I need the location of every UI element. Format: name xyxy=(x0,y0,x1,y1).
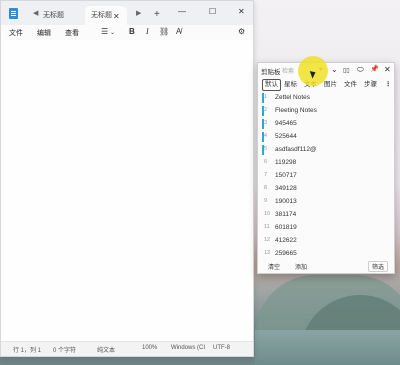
item-number: 6 xyxy=(264,159,268,165)
item-text: 119298 xyxy=(275,159,297,166)
tab-scroll-right-icon[interactable]: ▶ xyxy=(136,9,141,17)
item-text: Zettel Notes xyxy=(275,94,311,101)
zoom-level: 100% xyxy=(142,345,158,351)
clipboard-list: 1 Zettel Notes 2 Fleeting Notes 3 945465… xyxy=(261,92,392,257)
item-text: 150717 xyxy=(275,172,297,179)
clipboard-item[interactable]: 8 349128 xyxy=(261,183,392,195)
item-number: 13 xyxy=(264,250,271,256)
encoding: UTF-8 xyxy=(213,345,230,351)
item-number: 2 xyxy=(264,107,268,113)
item-text: 259665 xyxy=(275,250,297,257)
tab-default[interactable]: 默认 xyxy=(262,79,281,91)
clipboard-item[interactable]: 13 259665 xyxy=(261,248,392,257)
clipboard-footer: 清空 添加 筛选 xyxy=(258,259,394,273)
minimize-button[interactable]: — xyxy=(178,7,186,16)
item-number: 9 xyxy=(264,198,268,204)
title-bar[interactable]: ◀ 无标题 无标题 ✕ ▶ + — ☐ ✕ xyxy=(1,1,253,25)
filter-button[interactable]: 筛选 xyxy=(368,261,389,272)
item-number: 4 xyxy=(264,133,268,139)
maximize-button[interactable]: ☐ xyxy=(209,7,216,16)
clipboard-close-button[interactable]: ✕ xyxy=(384,65,391,74)
clipboard-window: 剪贴板 检索 ♥ ⌄ ▯▯ ⬭ 📌 ✕ 默认 星标 文本 图片 文件 步骤 ⋮ … xyxy=(257,62,395,274)
tab-files[interactable]: 文件 xyxy=(344,80,357,90)
tab-untitled-1[interactable]: 无标题 xyxy=(43,6,83,25)
clipboard-item[interactable]: 11 601819 xyxy=(261,222,392,234)
item-number: 1 xyxy=(264,94,268,100)
expand-chevron-icon[interactable]: ⌄ xyxy=(331,65,338,74)
character-count: 0 个字符 xyxy=(53,348,77,354)
item-text: 945465 xyxy=(275,120,297,127)
item-text: Fleeting Notes xyxy=(275,107,317,114)
chevron-down-icon[interactable]: ⌄ xyxy=(110,29,115,36)
add-button[interactable]: 添加 xyxy=(295,262,307,271)
menu-view[interactable]: 查看 xyxy=(65,28,79,38)
item-number: 7 xyxy=(264,172,268,178)
new-tab-button[interactable]: + xyxy=(154,9,160,20)
item-text: 349128 xyxy=(275,185,297,192)
item-text: 525644 xyxy=(275,133,297,140)
item-text: 190013 xyxy=(275,198,297,205)
tab-untitled-2[interactable]: 无标题 xyxy=(85,6,127,25)
clipboard-item[interactable]: 5 asdfasdf112@ xyxy=(261,144,392,156)
item-number: 10 xyxy=(264,211,271,217)
tab-label: 无标题 xyxy=(43,12,64,19)
clear-button[interactable]: 清空 xyxy=(268,262,280,271)
clipboard-item[interactable]: 3 945465 xyxy=(261,118,392,130)
cursor-position: 行 1，列 1 xyxy=(13,348,42,354)
item-text: 601819 xyxy=(275,224,297,231)
tab-starred[interactable]: 星标 xyxy=(284,80,297,90)
clipboard-item[interactable]: 10 381174 xyxy=(261,209,392,221)
more-options-icon[interactable]: ⋮ xyxy=(385,80,392,90)
clear-format-icon[interactable]: A̸ xyxy=(176,27,181,36)
clipboard-title: 剪贴板 xyxy=(261,69,281,76)
clipboard-item[interactable]: 12 412622 xyxy=(261,235,392,247)
item-text: 381174 xyxy=(275,211,297,218)
bold-button[interactable]: B xyxy=(129,27,135,36)
status-bar: 行 1，列 1 0 个字符 纯文本 100% Windows (CI UTF-8 xyxy=(1,341,253,356)
clipboard-item[interactable]: 1 Zettel Notes xyxy=(261,92,392,104)
notepad-app-icon xyxy=(9,8,18,19)
item-number: 11 xyxy=(264,224,270,230)
link-icon[interactable]: ⛓ xyxy=(159,27,169,36)
tab-label: 无标题 xyxy=(91,12,112,19)
menu-bar: 文件 编辑 查看 ☰ ⌄ B I ⛓ A̸ ⚙ xyxy=(1,25,253,40)
tab-scroll-left-icon[interactable]: ◀ xyxy=(33,9,38,17)
clipboard-item[interactable]: 2 Fleeting Notes xyxy=(261,105,392,117)
item-number: 5 xyxy=(264,146,268,152)
list-format-icon[interactable]: ☰ xyxy=(101,27,108,36)
clipboard-item[interactable]: 6 119298 xyxy=(261,157,392,169)
italic-button[interactable]: I xyxy=(146,27,149,36)
clipboard-item[interactable]: 4 525644 xyxy=(261,131,392,143)
menu-file[interactable]: 文件 xyxy=(9,28,23,38)
pin-icon[interactable]: 📌 xyxy=(370,65,379,73)
clipboard-tabs: 默认 星标 文本 图片 文件 步骤 ⋮ xyxy=(258,79,394,91)
tab-steps[interactable]: 步骤 xyxy=(364,80,377,90)
tab-close-icon[interactable]: ✕ xyxy=(113,12,120,21)
tab-images[interactable]: 图片 xyxy=(324,80,337,90)
notepad-window: ◀ 无标题 无标题 ✕ ▶ + — ☐ ✕ 文件 编辑 查看 ☰ ⌄ B I ⛓… xyxy=(0,0,254,357)
close-button[interactable]: ✕ xyxy=(238,7,245,16)
line-ending: Windows (CI xyxy=(171,345,206,351)
item-number: 3 xyxy=(264,120,268,126)
settings-gear-icon[interactable]: ⚙ xyxy=(238,27,245,36)
item-number: 8 xyxy=(264,185,268,191)
text-editor-area[interactable] xyxy=(1,40,253,343)
mouse-icon[interactable]: ⬭ xyxy=(357,65,364,75)
item-text: asdfasdf112@ xyxy=(275,146,317,153)
text-format: 纯文本 xyxy=(97,348,116,354)
layout-icon[interactable]: ▯▯ xyxy=(343,67,350,74)
clipboard-search-input[interactable]: 检索 xyxy=(282,66,294,75)
clipboard-item[interactable]: 9 190013 xyxy=(261,196,392,208)
item-number: 12 xyxy=(264,237,271,243)
clipboard-item[interactable]: 7 150717 xyxy=(261,170,392,182)
wallpaper-water xyxy=(255,330,400,365)
menu-edit[interactable]: 编辑 xyxy=(37,28,51,38)
item-text: 412622 xyxy=(275,237,297,244)
